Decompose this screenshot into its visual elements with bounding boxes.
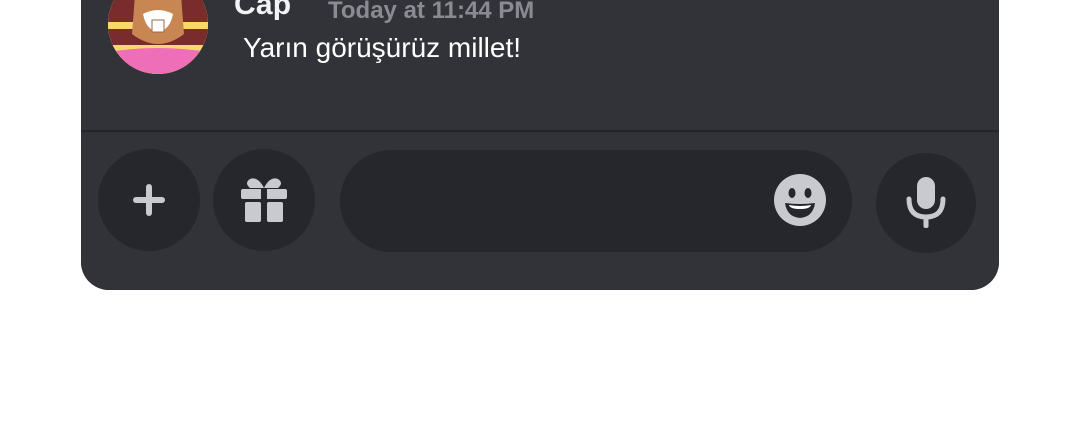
emoji-button[interactable] — [772, 172, 828, 228]
beaver-avatar-icon — [108, 0, 208, 74]
emoji-icon — [774, 174, 826, 226]
chat-message: Cap Today at 11:44 PM Yarın görüşürüz mi… — [81, 0, 999, 130]
message-username[interactable]: Cap — [234, 0, 291, 22]
message-timestamp: Today at 11:44 PM — [328, 0, 535, 24]
message-input-box — [340, 150, 852, 254]
plus-icon — [133, 184, 165, 216]
chat-panel: Cap Today at 11:44 PM Yarın görüşürüz mi… — [81, 0, 999, 290]
add-attachment-button[interactable] — [98, 149, 200, 251]
avatar[interactable] — [108, 0, 208, 74]
gift-button[interactable] — [213, 149, 315, 251]
gift-icon — [241, 178, 287, 222]
message-composer — [81, 132, 999, 290]
message-text: Yarın görüşürüz millet! — [243, 32, 522, 63]
voice-message-button[interactable] — [876, 153, 976, 253]
message-input[interactable] — [368, 150, 772, 254]
microphone-icon — [906, 177, 946, 228]
